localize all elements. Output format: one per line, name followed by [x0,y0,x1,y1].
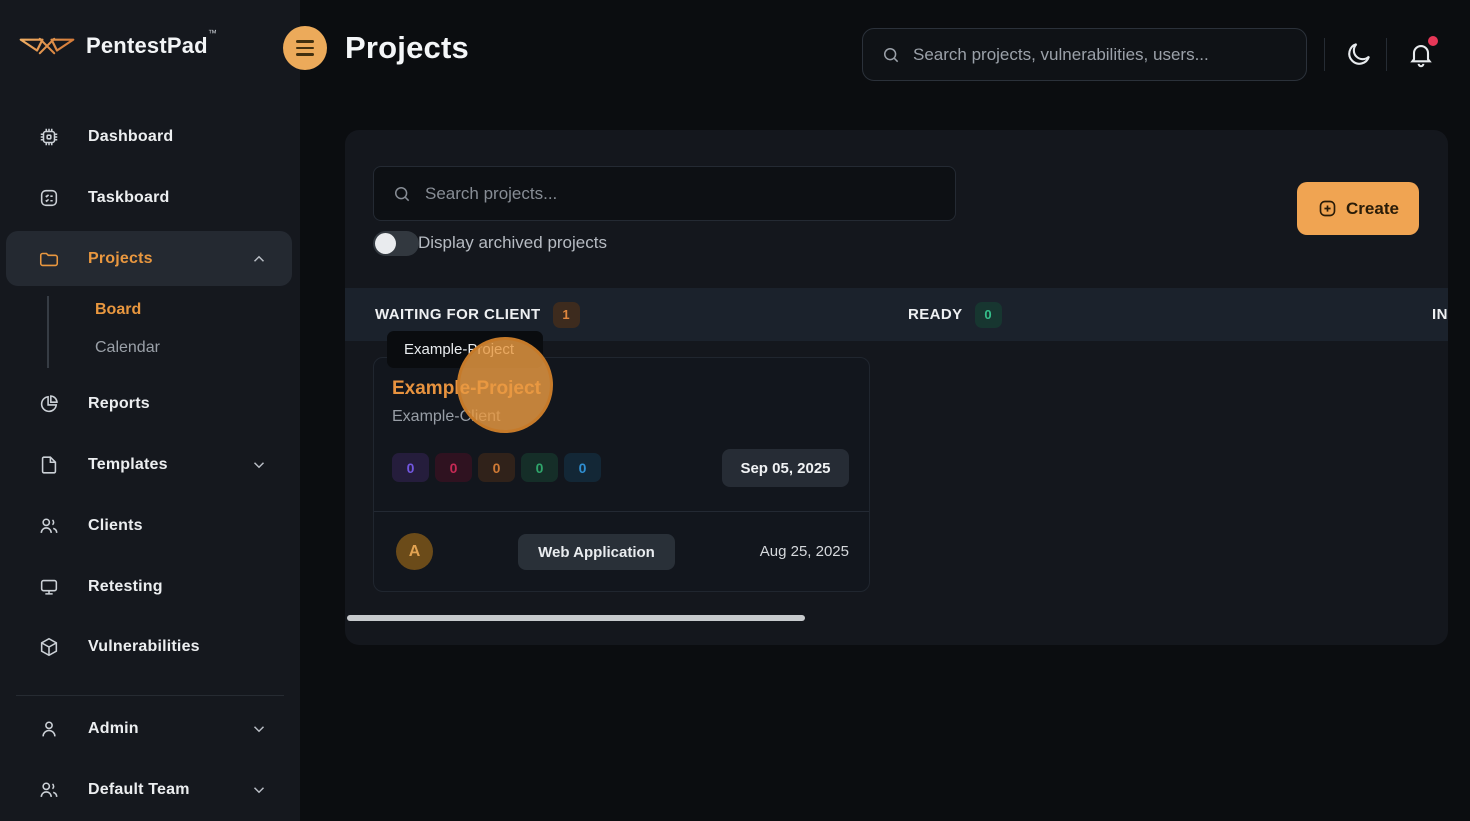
column-count-badge: 1 [553,302,580,328]
folder-icon [38,248,60,270]
sidebar-item-retesting[interactable]: Retesting [6,565,292,609]
topbar-divider [1324,38,1325,71]
subnav-indent-line [47,296,49,368]
chevron-down-icon [250,456,268,474]
sidebar-item-templates[interactable]: Templates [6,443,292,487]
moon-icon [1345,40,1373,68]
create-project-button[interactable]: Create [1297,182,1419,235]
subitem-label: Board [95,301,141,319]
chevron-up-icon [250,250,268,268]
team-icon [38,779,60,801]
severity-badge-low: 0 [521,453,558,482]
users-icon [38,515,60,537]
column-name: READY [908,306,963,323]
sidebar-item-projects[interactable]: Projects [6,231,292,286]
trademark: ™ [208,28,217,38]
due-date-chip: Sep 05, 2025 [722,449,849,487]
cube-icon [38,636,60,658]
severity-badge-info: 0 [564,453,601,482]
pie-chart-icon [38,393,60,415]
wings-logo-icon [18,28,76,64]
brand-name: PentestPad™ [86,28,217,64]
project-search-input[interactable] [425,184,937,204]
sidebar-item-label: Dashboard [88,128,173,146]
search-icon [392,184,412,204]
severity-badges: 0 0 0 0 0 [392,453,601,482]
sidebar-item-label: Clients [88,517,143,535]
sidebar-subitem-board[interactable]: Board [95,292,141,328]
search-icon [881,45,901,65]
global-search-input[interactable] [913,45,1288,65]
project-type-tag: Web Application [518,534,675,570]
brand-logo[interactable]: PentestPad™ [18,28,217,64]
archived-toggle-label: Display archived projects [418,233,607,253]
sidebar-item-label: Templates [88,456,168,474]
sidebar-item-label: Admin [88,720,139,738]
severity-badge-critical: 0 [392,453,429,482]
column-name: WAITING FOR CLIENT [375,306,541,323]
global-search[interactable] [862,28,1307,81]
sidebar-item-label: Reports [88,395,150,413]
column-name: IN PROGRESS [1432,306,1448,323]
sidebar-toggle-button[interactable] [283,26,327,70]
monitor-icon [38,576,60,598]
sidebar-item-admin[interactable]: Admin [6,707,292,751]
assignee-avatar[interactable]: A [396,533,433,570]
chevron-down-icon [250,720,268,738]
sidebar-divider [16,695,284,696]
card-divider [374,511,869,512]
sidebar-subitem-calendar[interactable]: Calendar [95,330,160,366]
document-icon [38,454,60,476]
sidebar-item-label: Default Team [88,781,190,799]
checklist-icon [38,187,60,209]
sidebar-item-label: Vulnerabilities [88,638,200,656]
projects-panel: Display archived projects Create WAITING… [345,130,1448,645]
topbar-divider [1386,38,1387,71]
sidebar: PentestPad™ Dashboard Taskboard Projects… [0,0,300,821]
severity-badge-medium: 0 [478,453,515,482]
project-search[interactable] [373,166,956,221]
start-date: Aug 25, 2025 [760,543,849,560]
severity-badge-high: 0 [435,453,472,482]
sidebar-item-label: Projects [88,250,153,268]
sidebar-item-reports[interactable]: Reports [6,382,292,426]
column-header-ready: READY 0 [908,288,1002,341]
sidebar-item-clients[interactable]: Clients [6,504,292,548]
user-icon [38,718,60,740]
board-horizontal-scrollbar[interactable] [347,615,805,621]
sidebar-item-vulnerabilities[interactable]: Vulnerabilities [6,625,292,669]
plus-square-icon [1317,198,1338,219]
subitem-label: Calendar [95,339,160,357]
archived-projects-toggle[interactable] [373,231,419,256]
sidebar-item-taskboard[interactable]: Taskboard [6,176,292,220]
dark-mode-toggle-button[interactable] [1342,38,1376,72]
create-button-label: Create [1346,199,1399,219]
sidebar-item-label: Retesting [88,578,163,596]
notification-dot [1428,36,1438,46]
cursor-click-highlight [457,337,553,433]
chip-icon [38,126,60,148]
notifications-button[interactable] [1404,38,1438,72]
sidebar-item-dashboard[interactable]: Dashboard [6,115,292,159]
toggle-knob [375,233,396,254]
project-card[interactable]: Example-Project Example-Client 0 0 0 0 0… [373,357,870,592]
column-header-in-progress: IN PROGRESS [1432,288,1448,341]
sidebar-item-default-team[interactable]: Default Team [6,768,292,812]
app-root: PentestPad™ Dashboard Taskboard Projects… [0,0,1470,821]
chevron-down-icon [250,781,268,799]
column-count-badge: 0 [975,302,1002,328]
sidebar-item-label: Taskboard [88,189,170,207]
page-title: Projects [345,30,469,66]
